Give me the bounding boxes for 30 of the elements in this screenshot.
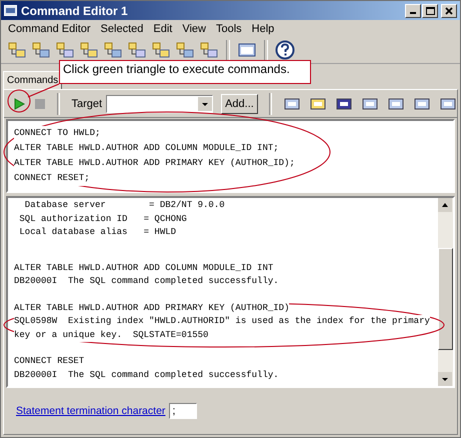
close-icon: [445, 6, 453, 14]
close-button[interactable]: [441, 4, 457, 18]
menu-item[interactable]: Selected: [96, 22, 148, 34]
menu-item[interactable]: Help: [246, 22, 280, 34]
tree-folder-icon[interactable]: [7, 41, 27, 59]
menu-item[interactable]: View: [177, 22, 211, 34]
terminator-field[interactable]: ;: [169, 403, 198, 419]
minimize-button[interactable]: [405, 4, 421, 18]
app-icon: [4, 5, 17, 16]
target-label: Target: [71, 98, 102, 110]
add-button[interactable]: Add...: [221, 94, 258, 114]
menu-item[interactable]: Edit: [148, 22, 178, 34]
menu-item[interactable]: Tools: [210, 22, 247, 34]
command-editor[interactable]: CONNECT TO HWLD; ALTER TABLE HWLD.AUTHOR ADD COLUMN MODULE_ID INT; ALTER TABLE HWLD.AUTHOR ADD PRIMARY KEY (AUTHOR_ID); CONNECT RESET;: [6, 119, 455, 193]
menu-item[interactable]: Command Editor: [3, 22, 96, 34]
window-title: Command Editor 1: [21, 4, 129, 18]
scroll-thumb[interactable]: [438, 248, 453, 350]
leader-line: [28, 84, 60, 98]
target-dropdown[interactable]: [106, 94, 214, 112]
scrollbar[interactable]: [438, 198, 453, 386]
tab[interactable]: Commands: [3, 71, 62, 89]
help-icon[interactable]: [275, 40, 295, 60]
minimize-icon: [410, 12, 416, 14]
play-icon[interactable]: [12, 96, 26, 110]
maximize-button[interactable]: [422, 4, 438, 18]
annotation-callout: Click green triangle to execute commands.: [59, 60, 311, 84]
maximize-icon: [426, 6, 434, 14]
scroll-up-icon[interactable]: [438, 198, 452, 212]
termination-character-link[interactable]: Statement termination character: [16, 405, 166, 417]
scroll-down-icon[interactable]: [438, 372, 452, 386]
